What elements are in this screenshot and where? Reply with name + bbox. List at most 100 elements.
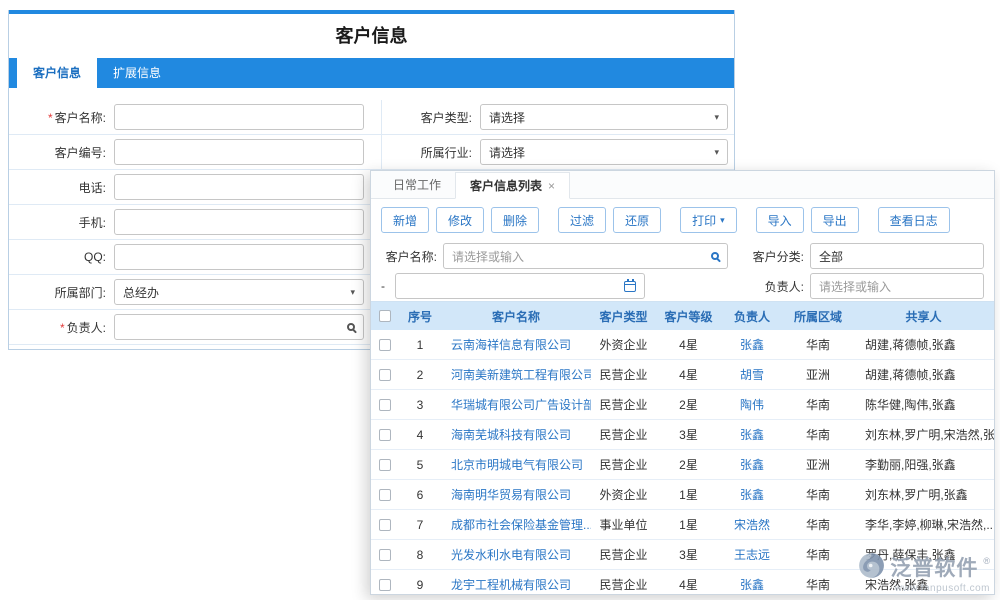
form-input[interactable] [114,139,364,165]
calendar-icon[interactable] [624,281,636,292]
form-tab[interactable]: 扩展信息 [97,58,177,88]
chevron-down-icon[interactable]: ▾ [714,147,719,158]
form-select[interactable]: 请选择 ▾ [480,139,728,165]
form-input[interactable] [114,104,364,130]
form-input[interactable]: 总经办 ▾ [114,279,364,305]
customer-shared: 李华,李婷,柳琳,宋浩然,... [853,510,994,539]
customer-shared: 刘东林,罗广明,宋浩然,张鑫 [853,420,994,449]
toolbar-button[interactable]: 删除 [491,207,539,233]
customer-grade: 4星 [656,330,721,359]
table-row[interactable]: 5 北京市明城电气有限公司 民营企业 2星 张鑫 亚洲 李勤丽,阳强,张鑫 [371,450,994,480]
form-input[interactable] [114,314,364,340]
customer-name-link[interactable]: 成都市社会保险基金管理... [441,510,591,539]
table-row[interactable]: 1 云南海祥信息有限公司 外资企业 4星 张鑫 华南 胡建,蒋德帧,张鑫 [371,330,994,360]
row-checkbox[interactable] [379,399,391,411]
header-name: 客户名称 [441,302,591,330]
form-field-row: 手机: [9,205,381,240]
row-checkbox[interactable] [379,579,391,591]
filter-row-2: - 负责人: 请选择或输入 [371,271,994,301]
list-tab-bar: 日常工作 客户信息列表 × [371,171,994,199]
customer-name-link[interactable]: 北京市明城电气有限公司 [441,450,591,479]
customer-owner-link[interactable]: 张鑫 [721,570,783,595]
toolbar-button[interactable]: 查看日志 [878,207,950,233]
chevron-down-icon[interactable]: ▾ [350,287,355,298]
toolbar-button[interactable]: 过滤 [558,207,606,233]
customer-region: 华南 [783,540,853,569]
form-input[interactable] [114,209,364,235]
row-seq: 8 [399,540,441,569]
customer-owner-link[interactable]: 王志远 [721,540,783,569]
toolbar-button[interactable]: 新增 [381,207,429,233]
table-row[interactable]: 4 海南芜城科技有限公司 民营企业 3星 张鑫 华南 刘东林,罗广明,宋浩然,张… [371,420,994,450]
customer-owner-link[interactable]: 张鑫 [721,480,783,509]
toolbar-button[interactable]: 修改 [436,207,484,233]
header-seq: 序号 [399,302,441,330]
customer-list-window: 日常工作 客户信息列表 × 新增 修改 删除 [370,170,995,595]
table-row[interactable]: 2 河南美新建筑工程有限公司 民营企业 4星 胡雪 亚洲 胡建,蒋德帧,张鑫 [371,360,994,390]
customer-shared: 胡建,蒋德帧,张鑫 [853,330,994,359]
customer-owner-link[interactable]: 宋浩然 [721,510,783,539]
table-row[interactable]: 9 龙宇工程机械有限公司 民营企业 4星 张鑫 华南 宋浩然,张鑫 [371,570,994,595]
customer-name-filter-input[interactable]: 请选择或输入 [443,243,728,269]
customer-owner-link[interactable]: 张鑫 [721,450,783,479]
customer-owner-link[interactable]: 陶伟 [721,390,783,419]
customer-region: 华南 [783,570,853,595]
toolbar-button[interactable]: 导出 [811,207,859,233]
table-row[interactable]: 6 海南明华贸易有限公司 外资企业 1星 张鑫 华南 刘东林,罗广明,张鑫 [371,480,994,510]
customer-owner-link[interactable]: 胡雪 [721,360,783,389]
row-checkbox[interactable] [379,429,391,441]
row-checkbox[interactable] [379,489,391,501]
search-icon[interactable] [711,252,719,260]
customer-grade: 2星 [656,390,721,419]
select-all-checkbox[interactable] [379,310,391,322]
chevron-down-icon[interactable]: ▾ [720,215,725,226]
table-row[interactable]: 8 光发水利水电有限公司 民营企业 3星 王志远 华南 罗丹,薛保丰,张鑫 [371,540,994,570]
customer-type: 民营企业 [591,390,656,419]
customer-category-input[interactable]: 全部 [810,243,984,269]
customer-region: 亚洲 [783,360,853,389]
customer-name-link[interactable]: 云南海祥信息有限公司 [441,330,591,359]
row-checkbox[interactable] [379,369,391,381]
customer-owner-link[interactable]: 张鑫 [721,420,783,449]
header-grade: 客户等级 [656,302,721,330]
form-tab[interactable]: 客户信息 [17,58,97,88]
row-checkbox[interactable] [379,459,391,471]
toolbar-button[interactable]: 还原 [613,207,661,233]
row-checkbox-cell [371,450,399,479]
form-tab-bar: 客户信息 扩展信息 [9,58,734,88]
form-select[interactable]: 请选择 ▾ [480,104,728,130]
row-checkbox-cell [371,420,399,449]
form-input[interactable] [114,244,364,270]
row-checkbox[interactable] [379,549,391,561]
customer-name-link[interactable]: 海南明华贸易有限公司 [441,480,591,509]
table-row[interactable]: 7 成都市社会保险基金管理... 事业单位 1星 宋浩然 华南 李华,李婷,柳琳… [371,510,994,540]
customer-type: 外资企业 [591,330,656,359]
customer-name-link[interactable]: 龙宇工程机械有限公司 [441,570,591,595]
list-tab[interactable]: 日常工作 [379,171,455,198]
customer-grade: 4星 [656,570,721,595]
customer-region: 亚洲 [783,450,853,479]
window-title: 客户信息 [9,14,734,58]
close-icon[interactable]: × [548,180,555,192]
row-checkbox[interactable] [379,339,391,351]
customer-name-link[interactable]: 华瑞城有限公司广告设计部 [441,390,591,419]
list-tab[interactable]: 客户信息列表 × [455,172,570,199]
header-checkbox-cell [371,302,399,330]
chevron-down-icon[interactable]: ▾ [714,112,719,123]
field-label: 所属部门: [11,284,114,301]
customer-owner-link[interactable]: 张鑫 [721,330,783,359]
row-checkbox[interactable] [379,519,391,531]
customer-grade: 3星 [656,420,721,449]
field-label: 所属行业: [384,144,480,161]
form-input[interactable] [114,174,364,200]
customer-name-link[interactable]: 光发水利水电有限公司 [441,540,591,569]
row-checkbox-cell [371,360,399,389]
toolbar-button[interactable]: 打印 ▾ [680,207,737,233]
date-input[interactable] [395,273,645,299]
table-row[interactable]: 3 华瑞城有限公司广告设计部 民营企业 2星 陶伟 华南 陈华健,陶伟,张鑫 [371,390,994,420]
owner-filter-input[interactable]: 请选择或输入 [810,273,984,299]
customer-name-link[interactable]: 河南美新建筑工程有限公司 [441,360,591,389]
search-icon[interactable] [347,323,355,331]
toolbar-button[interactable]: 导入 [756,207,804,233]
customer-name-link[interactable]: 海南芜城科技有限公司 [441,420,591,449]
